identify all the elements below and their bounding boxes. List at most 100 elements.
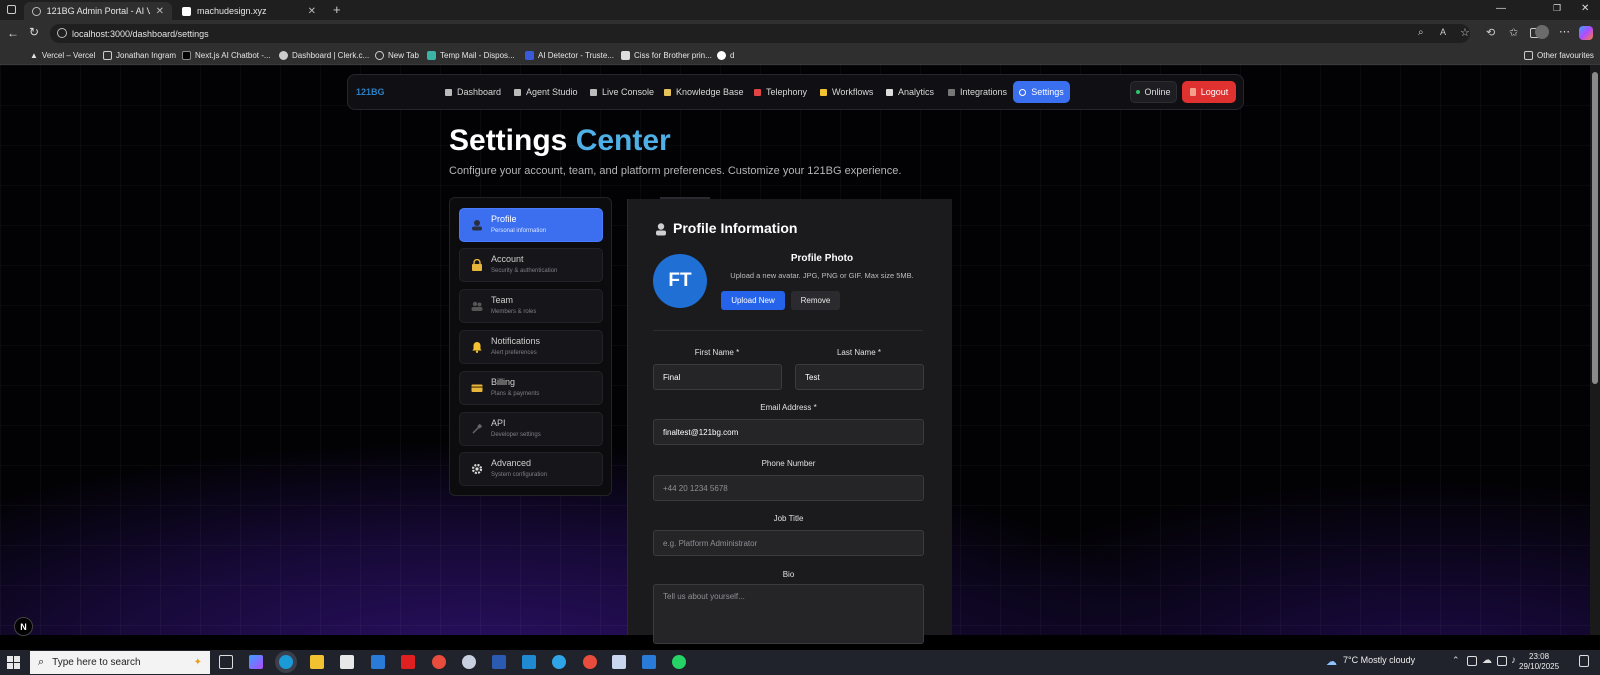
triangle-icon: ▲ (30, 50, 38, 60)
nav-analytics[interactable]: Analytics (886, 84, 934, 100)
edge-icon[interactable] (279, 655, 293, 669)
back-icon[interactable]: ← (7, 26, 19, 40)
mail-app-icon[interactable] (371, 655, 385, 669)
bio-field[interactable]: Tell us about yourself... (653, 584, 924, 644)
nav-settings[interactable]: Settings (1013, 81, 1070, 103)
copilot-app-icon[interactable] (249, 655, 263, 669)
address-bar[interactable]: localhost:3000/dashboard/settings (50, 24, 1470, 43)
youtube-icon[interactable] (401, 655, 415, 669)
close-tab-icon[interactable]: ✕ (156, 6, 164, 17)
site-favicon-icon (182, 6, 191, 16)
tray-chevron-icon[interactable]: ⌃ (1452, 655, 1460, 666)
refresh-icon[interactable]: ↻ (29, 25, 39, 39)
last-name-field[interactable]: Test (795, 364, 924, 390)
copilot-icon[interactable] (1579, 26, 1593, 40)
profile-avatar[interactable] (1535, 25, 1549, 39)
bookmark-ciss[interactable]: Ciss for Brother prin... (621, 47, 712, 63)
sidebar-item-team[interactable]: Team Members & roles (459, 289, 603, 323)
paint-app-icon[interactable] (642, 655, 656, 669)
google-icon (717, 50, 726, 60)
sidebar-item-account[interactable]: Account Security & authentication (459, 248, 603, 282)
job-title-field[interactable]: e.g. Platform Administrator (653, 530, 924, 556)
detector-icon (525, 50, 534, 60)
first-name-field[interactable]: Final (653, 364, 782, 390)
gear-icon (471, 463, 483, 475)
onedrive-icon[interactable]: ☁ (1482, 655, 1492, 666)
bio-label: Bio (782, 570, 795, 579)
clock[interactable]: 23:08 29/10/2025 (1519, 652, 1559, 672)
user-icon (471, 219, 483, 231)
sidebar-item-billing[interactable]: Billing Plans & payments (459, 371, 603, 405)
clock-time: 23:08 (1529, 652, 1550, 661)
nextjs-dev-badge[interactable]: N (14, 617, 33, 636)
email-field[interactable]: finaltest@121bg.com (653, 419, 924, 445)
bookmark-temp-mail[interactable]: Temp Mail - Dispos... (427, 47, 515, 63)
chrome-icon[interactable] (432, 655, 446, 669)
app-icon[interactable] (462, 655, 476, 669)
other-favourites[interactable]: Other favourites (1524, 47, 1594, 63)
lightning-icon (820, 88, 827, 96)
powershell-icon[interactable] (492, 655, 506, 669)
chrome-profile-icon[interactable] (583, 655, 597, 669)
taskbar-search[interactable]: ⌕ Type here to search ✦ (30, 651, 210, 674)
nav-workflows[interactable]: Workflows (820, 84, 873, 100)
restore-icon[interactable]: ❐ (1553, 3, 1561, 14)
bookmark-ai-detector[interactable]: AI Detector - Truste... (525, 47, 614, 63)
vscode-icon[interactable] (522, 655, 536, 669)
tray-app-icon[interactable] (1467, 656, 1477, 666)
tab-actions-icon[interactable] (7, 5, 16, 14)
bookmark-new-tab[interactable]: New Tab (375, 47, 419, 63)
status-badge: Online (1130, 81, 1177, 103)
page-subtitle: Configure your account, team, and platfo… (449, 165, 902, 177)
favourite-star-icon[interactable]: ☆ (1460, 26, 1470, 39)
extensions-icon[interactable]: ⟲ (1486, 26, 1495, 39)
bookmark-clerk[interactable]: Dashboard | Clerk.c... (279, 47, 369, 63)
nav-integrations[interactable]: Integrations (948, 84, 1007, 100)
sidebar-item-profile[interactable]: Profile Personal information (459, 208, 603, 242)
bookmark-nextjs[interactable]: Next.js AI Chatbot -... (182, 47, 271, 63)
notifications-icon[interactable] (1579, 655, 1589, 667)
favourites-icon[interactable]: ✩ (1509, 26, 1518, 39)
info-icon[interactable] (57, 28, 67, 38)
browser-app-icon[interactable] (552, 655, 566, 669)
new-tab-icon[interactable]: + (333, 2, 341, 17)
lock-icon (471, 259, 483, 271)
bookmark-d[interactable]: d (717, 47, 734, 63)
read-aloud-icon[interactable]: A (1440, 27, 1446, 37)
nav-knowledge-base[interactable]: Knowledge Base (664, 84, 744, 100)
browser-tab-machudesign[interactable]: machudesign.xyz ✕ (174, 2, 324, 20)
nav-live-console[interactable]: Live Console (590, 84, 654, 100)
bookmark-jonathan[interactable]: Jonathan Ingram (103, 47, 176, 63)
task-view-icon[interactable] (219, 655, 233, 669)
section-title: Profile Information (673, 220, 798, 236)
volume-icon[interactable]: ♪ (1511, 655, 1516, 666)
weather-text[interactable]: 7°C Mostly cloudy (1343, 655, 1415, 665)
sidebar-item-advanced[interactable]: Advanced System configuration (459, 452, 603, 486)
zoom-icon[interactable]: ⌕ (1418, 27, 1424, 38)
scrollbar-thumb[interactable] (1592, 72, 1598, 384)
minimize-icon[interactable]: — (1496, 3, 1506, 14)
nav-dashboard[interactable]: Dashboard (445, 84, 501, 100)
whatsapp-icon[interactable] (672, 655, 686, 669)
nav-agent-studio[interactable]: Agent Studio (514, 84, 578, 100)
remove-button[interactable]: Remove (791, 291, 840, 310)
upload-button[interactable]: Upload New (721, 291, 785, 310)
browser-tab-admin-portal[interactable]: 121BG Admin Portal - AI Voice Ag ✕ (24, 2, 172, 20)
file-explorer-icon[interactable] (310, 655, 324, 669)
bookmark-vercel[interactable]: ▲ Vercel – Vercel (30, 47, 95, 63)
phone-field[interactable]: +44 20 1234 5678 (653, 475, 924, 501)
close-window-icon[interactable]: ✕ (1581, 3, 1589, 14)
store-icon[interactable] (340, 655, 354, 669)
more-menu-icon[interactable]: ⋯ (1559, 25, 1570, 38)
sidebar-item-notifications[interactable]: Notifications Alert preferences (459, 330, 603, 364)
network-icon[interactable] (1497, 656, 1507, 666)
nav-telephony[interactable]: Telephony (754, 84, 807, 100)
notes-app-icon[interactable] (612, 655, 626, 669)
folder-icon (103, 50, 112, 60)
start-icon[interactable] (7, 656, 20, 669)
divider (653, 330, 923, 331)
sidebar-item-api[interactable]: API Developer settings (459, 412, 603, 446)
close-tab-icon[interactable]: ✕ (308, 6, 316, 17)
logo[interactable]: 121BG (356, 87, 385, 97)
logout-button[interactable]: Logout (1182, 81, 1236, 103)
